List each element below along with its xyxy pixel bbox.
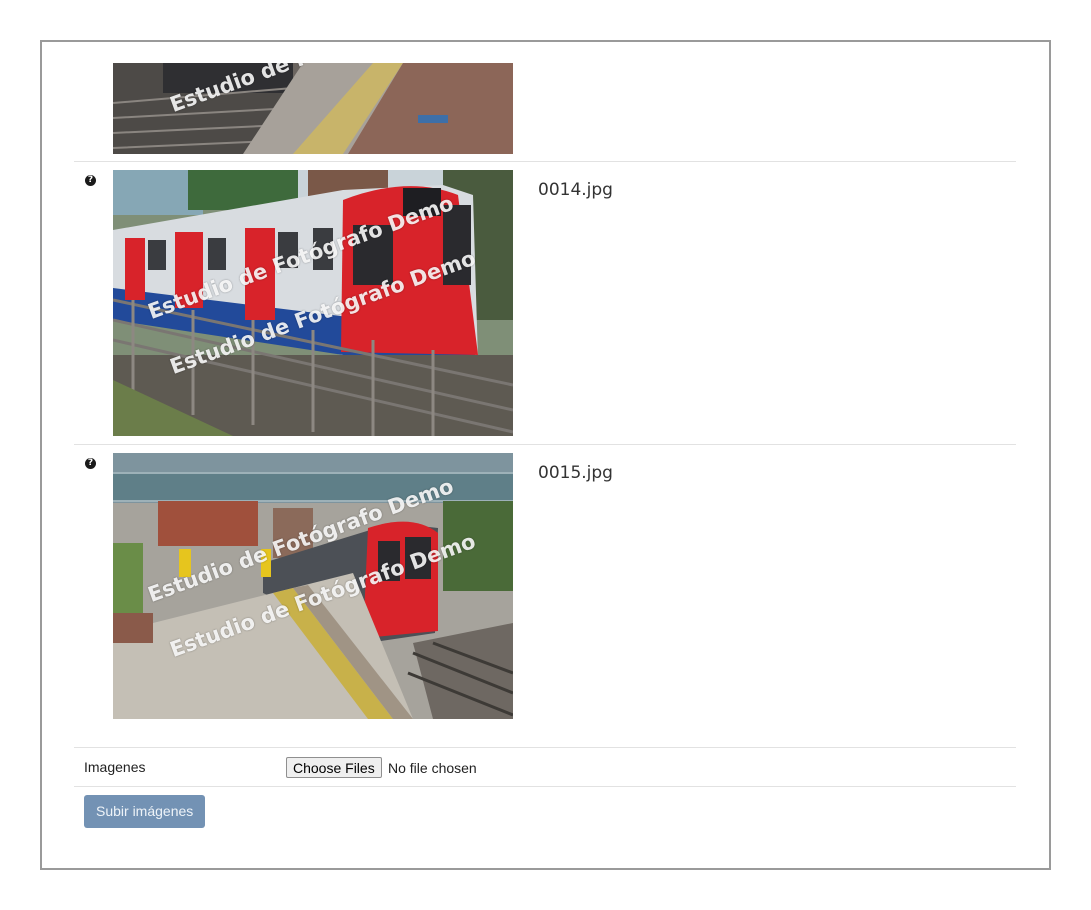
images-field-label: Imagenes [84, 759, 146, 775]
help-icon[interactable]: ? [85, 175, 96, 186]
upload-panel: Estudio de F ? Estudio de Fotógrafo Demo… [40, 40, 1051, 870]
row-divider [74, 786, 1016, 787]
choose-files-button[interactable]: Choose Files [286, 757, 382, 778]
help-icon[interactable]: ? [85, 458, 96, 469]
row-divider [74, 444, 1016, 445]
image-thumbnail-partial: Estudio de F [113, 63, 513, 154]
row-divider [74, 747, 1016, 748]
image-thumbnail-0014[interactable]: Estudio de Fotógrafo Demo Estudio de Fot… [113, 170, 513, 436]
image-filename: 0014.jpg [538, 180, 613, 200]
image-filename: 0015.jpg [538, 463, 613, 483]
upload-images-button[interactable]: Subir imágenes [84, 795, 206, 828]
image-thumbnail-0015[interactable]: Estudio de Fotógrafo Demo Estudio de Fot… [113, 453, 513, 719]
file-status-text: No file chosen [388, 760, 477, 776]
row-divider [74, 161, 1016, 162]
